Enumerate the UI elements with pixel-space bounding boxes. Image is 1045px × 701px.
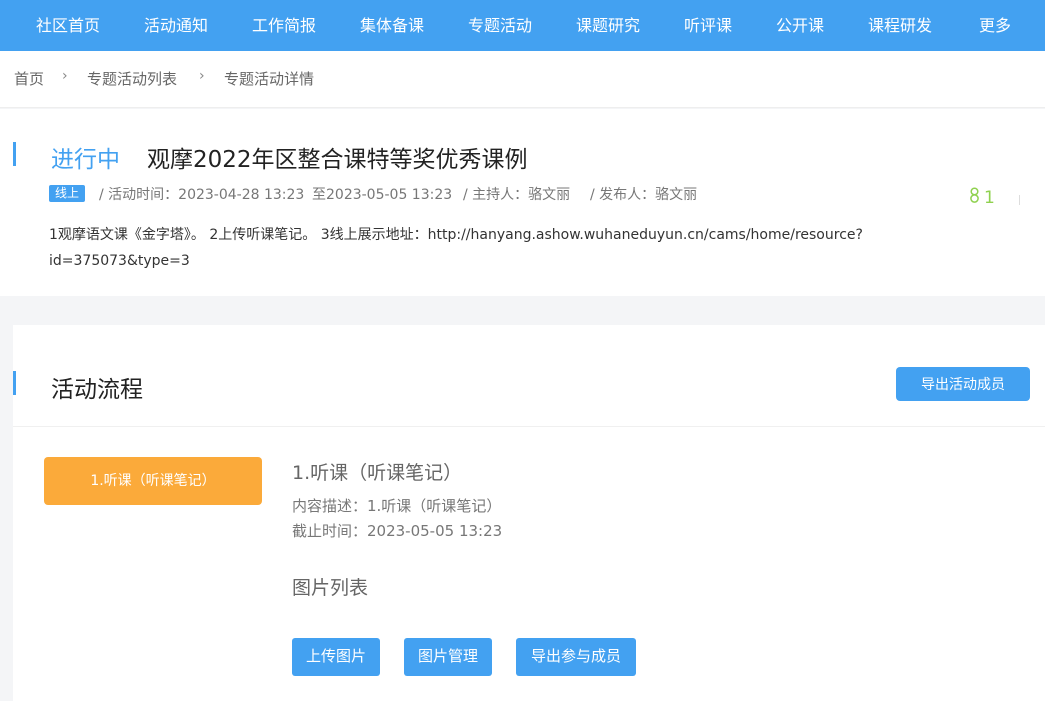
section-title: 活动流程 [51, 377, 143, 403]
breadcrumb-separator: › [199, 68, 205, 84]
breadcrumb-current: 专题活动详情 [224, 70, 315, 88]
breadcrumb-activity-list[interactable]: 专题活动列表 [87, 68, 177, 89]
online-tag: 线上 [49, 185, 86, 202]
user-icon [968, 187, 981, 207]
nav-item-curriculum[interactable]: 课程研发 [868, 0, 932, 51]
manage-images-button[interactable]: 图片管理 [404, 638, 492, 676]
nav-item-notice[interactable]: 活动通知 [144, 0, 208, 51]
nav-item-research[interactable]: 课题研究 [576, 0, 640, 51]
status-label: 进行中 [51, 147, 120, 173]
nav-item-special-activity[interactable]: 专题活动 [468, 0, 532, 51]
activity-time-start: / 活动时间：2023-04-28 13:23 [99, 187, 305, 203]
activity-description: 1观摩语文课《金字塔》。 2上传听课笔记。 3线上展示地址：http://han… [49, 227, 863, 269]
nav-item-open-class[interactable]: 公开课 [776, 0, 824, 51]
nav-item-lesson-prep[interactable]: 集体备课 [360, 0, 424, 51]
nav-item-more[interactable]: 更多 [979, 0, 1011, 51]
activity-time-end: 至2023-05-05 13:23 [312, 187, 453, 203]
breadcrumb: 首页 › 专题活动列表 › 专题活动详情 [0, 51, 1045, 108]
export-activity-members-button[interactable]: 导出活动成员 [896, 367, 1030, 401]
title-accent-bar [13, 142, 16, 166]
activity-info-card: 进行中 观摩2022年区整合课特等奖优秀课例 线上 / 活动时间：2023-04… [0, 109, 1045, 296]
export-participants-button[interactable]: 导出参与成员 [516, 638, 636, 676]
section-divider [13, 426, 1045, 427]
nav-item-lesson-review[interactable]: 听评课 [684, 0, 732, 51]
step-tab-1[interactable]: 1.听课（听课笔记） [44, 457, 262, 505]
breadcrumb-separator: › [62, 68, 68, 84]
activity-title: 观摩2022年区整合课特等奖优秀课例 [147, 147, 528, 173]
top-nav: 社区首页 活动通知 工作简报 集体备课 专题活动 课题研究 听评课 公开课 课程… [0, 0, 1045, 51]
step-title: 1.听课（听课笔记） [292, 462, 463, 484]
step-content-description: 内容描述：1.听课（听课笔记） [292, 497, 502, 515]
divider [1019, 195, 1020, 205]
breadcrumb-home[interactable]: 首页 [14, 68, 44, 89]
upload-image-button[interactable]: 上传图片 [292, 638, 380, 676]
like-counter[interactable]: 1 [968, 187, 995, 208]
image-list-title: 图片列表 [292, 577, 369, 599]
like-count: 1 [984, 188, 995, 208]
section-accent-bar [13, 371, 16, 395]
nav-item-home[interactable]: 社区首页 [36, 0, 100, 51]
step-deadline: 截止时间：2023-05-05 13:23 [292, 522, 503, 540]
activity-host: / 主持人：骆文丽 [463, 187, 571, 203]
activity-publisher: / 发布人：骆文丽 [590, 187, 698, 203]
nav-item-briefing[interactable]: 工作简报 [252, 0, 316, 51]
activity-process-card: 活动流程 导出活动成员 1.听课（听课笔记） 1.听课（听课笔记） 内容描述：1… [13, 325, 1045, 701]
